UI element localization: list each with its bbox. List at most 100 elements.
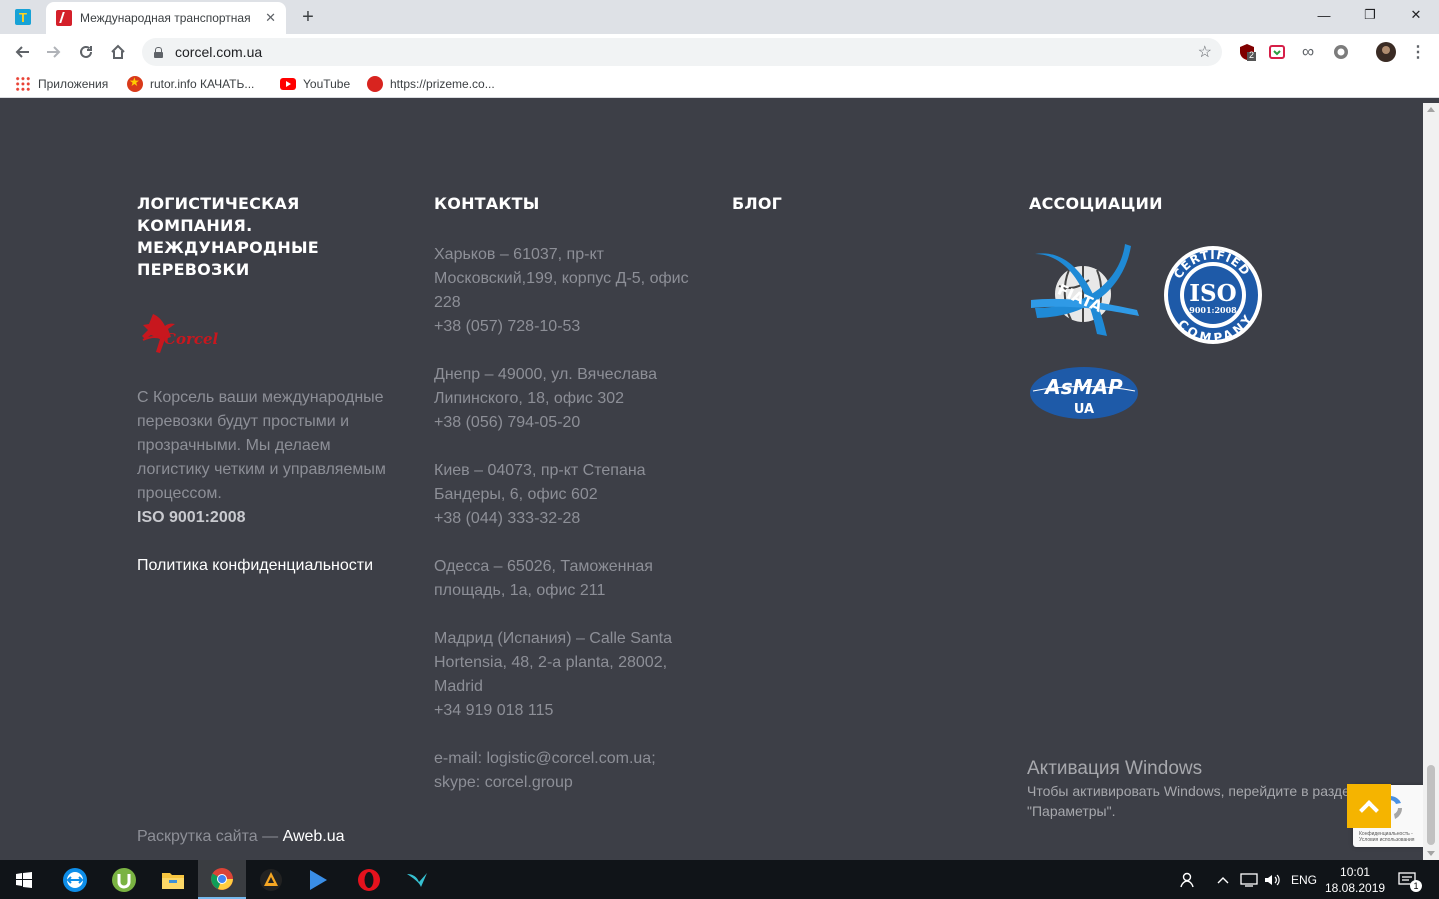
file-explorer-taskbar-item[interactable] [149,860,197,899]
office-phone[interactable]: +38 (044) 333-32-28 [434,507,696,531]
rutor-icon [127,75,143,92]
utorrent-taskbar-item[interactable] [100,860,148,899]
company-heading: ЛОГИСТИЧЕСКАЯ КОМПАНИЯ. МЕЖДУНАРОДНЫЕ ПЕ… [137,194,319,279]
bookmark-rutor[interactable]: rutor.info КАЧАТЬ... [127,75,254,93]
maximize-button[interactable]: ❐ [1347,0,1393,30]
lock-icon [154,46,163,58]
pocket-extension-icon[interactable] [1268,43,1286,61]
browser-menu-icon[interactable]: ⋮ [1409,43,1427,61]
page-scrollbar[interactable] [1423,103,1439,860]
new-tab-button[interactable]: + [296,5,320,29]
opera-taskbar-item[interactable] [345,860,393,899]
tab-title: Международная транспортная [80,11,251,25]
activation-line1: Чтобы активировать Windows, перейдите в … [1027,783,1358,799]
address-bar[interactable]: corcel.com.ua ☆ [142,38,1222,66]
back-button[interactable] [10,40,34,64]
associations-heading: АССОЦИАЦИИ [1029,194,1163,213]
teamviewer-taskbar-item[interactable] [51,860,99,899]
home-icon [111,44,125,59]
office-address: Киев – 04073, пр-кт Степана Бандеры, 6, … [434,462,646,503]
extension-badge: 2 [1249,50,1255,60]
tray-chevron-up-icon[interactable] [1217,860,1229,899]
bookmark-label: YouTube [303,77,351,91]
close-window-button[interactable]: ✕ [1393,0,1439,30]
activation-title: Активация Windows [1027,758,1203,779]
infinity-extension-icon[interactable]: ∞ [1299,42,1317,61]
network-icon[interactable] [1240,860,1258,899]
bookmark-apps[interactable]: Приложения [15,75,108,93]
bird-app-taskbar-item[interactable] [393,860,441,899]
iso-certified-badge[interactable]: CERTIFIED COMPANY ISO 9001:2008 [1162,245,1264,345]
svg-text:9001:2008: 9001:2008 [1189,305,1237,315]
utorrent-icon [112,867,136,892]
contact-email[interactable]: e-mail: logistic@corcel.com.ua; [434,747,696,771]
play-icon [310,869,327,890]
bookmark-label: rutor.info КАЧАТЬ... [150,77,255,91]
url-text: corcel.com.ua [175,44,263,60]
youtube-icon [280,78,296,90]
recaptcha-legal[interactable]: Конфиденциальность - Условия использован… [1359,831,1421,843]
iso-label: ISO 9001:2008 [137,509,246,526]
browser-toolbar: corcel.com.ua ☆ 2 ∞ ⋮ [0,34,1439,70]
people-tray-icon[interactable] [1180,860,1198,899]
ublock-extension-icon[interactable]: 2 [1238,43,1256,61]
pinned-tab[interactable]: T [12,6,34,28]
office-kharkiv: Харьков – 61037, пр-кт Московский,199, к… [434,243,696,339]
office-kyiv: Киев – 04073, пр-кт Степана Бандеры, 6, … [434,459,696,531]
bookmark-label: https://prizeme.co... [390,77,495,91]
scroll-down-arrow-icon[interactable] [1427,851,1435,856]
tab-close-icon[interactable]: ✕ [265,10,276,26]
office-dnipro: Днепр – 49000, ул. Вячеслава Липинского,… [434,363,696,435]
forward-button[interactable] [42,40,66,64]
active-tab[interactable]: Международная транспортная ✕ [46,2,286,34]
office-phone[interactable]: +34 919 018 115 [434,699,696,723]
home-button[interactable] [106,40,130,64]
language-indicator[interactable]: ENG [1291,860,1317,899]
windows-activation-watermark: Активация Windows Чтобы активировать Win… [1027,757,1358,821]
circle-extension-icon[interactable] [1332,43,1350,61]
scrollbar-thumb[interactable] [1427,765,1435,845]
clock-time: 10:01 [1340,864,1371,879]
reload-button[interactable] [74,40,98,64]
pinned-tab-favicon: T [15,9,31,25]
teamviewer-icon [63,867,87,892]
company-description: С Корсель ваши международные перевозки б… [137,389,386,502]
aimp-icon [260,868,282,891]
clock[interactable]: 10:01 18.08.2019 [1325,860,1385,899]
office-address: Мадрид (Испания) – Calle Santa Hortensia… [434,630,673,695]
chevron-up-icon [1359,799,1379,820]
prizeme-icon [367,76,383,92]
action-center-button[interactable]: 1 [1398,860,1422,899]
blog-heading: БЛОГ [732,194,783,213]
volume-icon[interactable] [1264,860,1282,899]
office-phone[interactable]: +38 (056) 794-05-20 [434,411,696,435]
profile-avatar[interactable] [1375,41,1397,63]
windows-taskbar: ENG 10:01 18.08.2019 1 [0,860,1439,899]
contact-skype[interactable]: skype: corcel.group [434,771,696,795]
corcel-logo: Corcel [142,314,219,353]
bookmark-youtube[interactable]: YouTube [280,75,350,93]
start-button[interactable] [0,860,48,899]
privacy-policy-link[interactable]: Политика конфиденциальности [137,554,373,578]
scroll-to-top-button[interactable] [1347,784,1391,828]
minimize-button[interactable]: — [1301,0,1347,30]
scroll-up-arrow-icon[interactable] [1427,107,1435,112]
office-address: Одесса – 65026, Таможенная площадь, 1а, … [434,558,653,599]
chrome-icon [211,867,233,890]
asmap-logo[interactable]: AsMAP UA [1029,365,1141,421]
reload-icon [80,45,92,58]
notification-count-badge: 1 [1410,880,1422,892]
back-arrow-icon [15,46,29,58]
bookmark-star-icon[interactable]: ☆ [1198,42,1212,62]
svg-text:ISO: ISO [1189,280,1236,307]
bird-icon [407,872,427,887]
svg-text:AsMAP: AsMAP [1043,375,1123,399]
aimp-taskbar-item[interactable] [247,860,295,899]
svg-text:Corcel: Corcel [164,330,219,348]
media-player-taskbar-item[interactable] [294,860,342,899]
bookmark-prizeme[interactable]: https://prizeme.co... [367,75,495,93]
fiata-logo[interactable]: FIATA [1029,242,1141,348]
chrome-taskbar-item[interactable] [198,860,246,899]
aweb-link[interactable]: Aweb.ua [283,828,345,845]
office-phone[interactable]: +38 (057) 728-10-53 [434,315,696,339]
